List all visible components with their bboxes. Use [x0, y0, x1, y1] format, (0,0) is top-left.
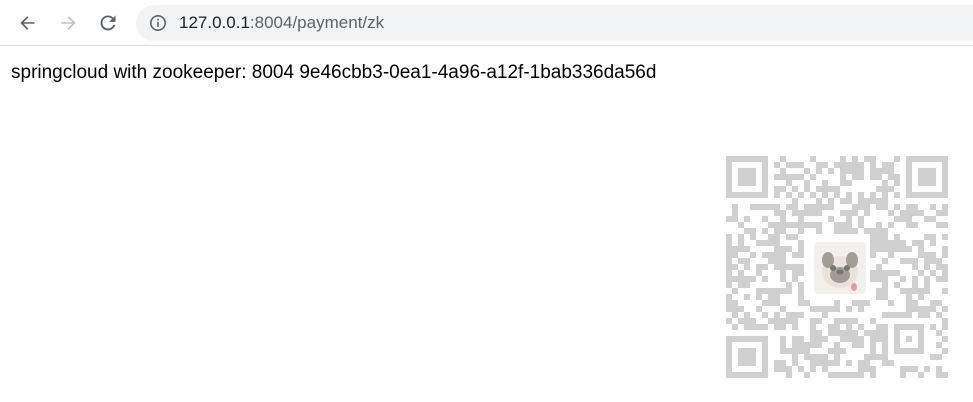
url-path: :8004/payment/zk — [249, 13, 385, 32]
url-host: 127.0.0.1 — [179, 13, 250, 32]
qr-code-overlay — [726, 156, 948, 378]
back-button[interactable] — [13, 8, 43, 38]
reload-icon — [100, 15, 116, 31]
address-bar[interactable]: 127.0.0.1:8004/payment/zk — [136, 5, 973, 41]
info-icon[interactable] — [149, 14, 167, 32]
url-text[interactable]: 127.0.0.1:8004/payment/zk — [179, 13, 384, 33]
reload-button[interactable] — [93, 8, 123, 38]
arrow-left-icon — [20, 16, 35, 30]
response-text: springcloud with zookeeper: 8004 9e46cbb… — [11, 62, 657, 83]
browser-toolbar: 127.0.0.1:8004/payment/zk — [0, 0, 973, 46]
forward-button[interactable] — [53, 8, 83, 38]
arrow-right-icon — [61, 16, 76, 30]
pug-avatar-image — [812, 240, 868, 296]
